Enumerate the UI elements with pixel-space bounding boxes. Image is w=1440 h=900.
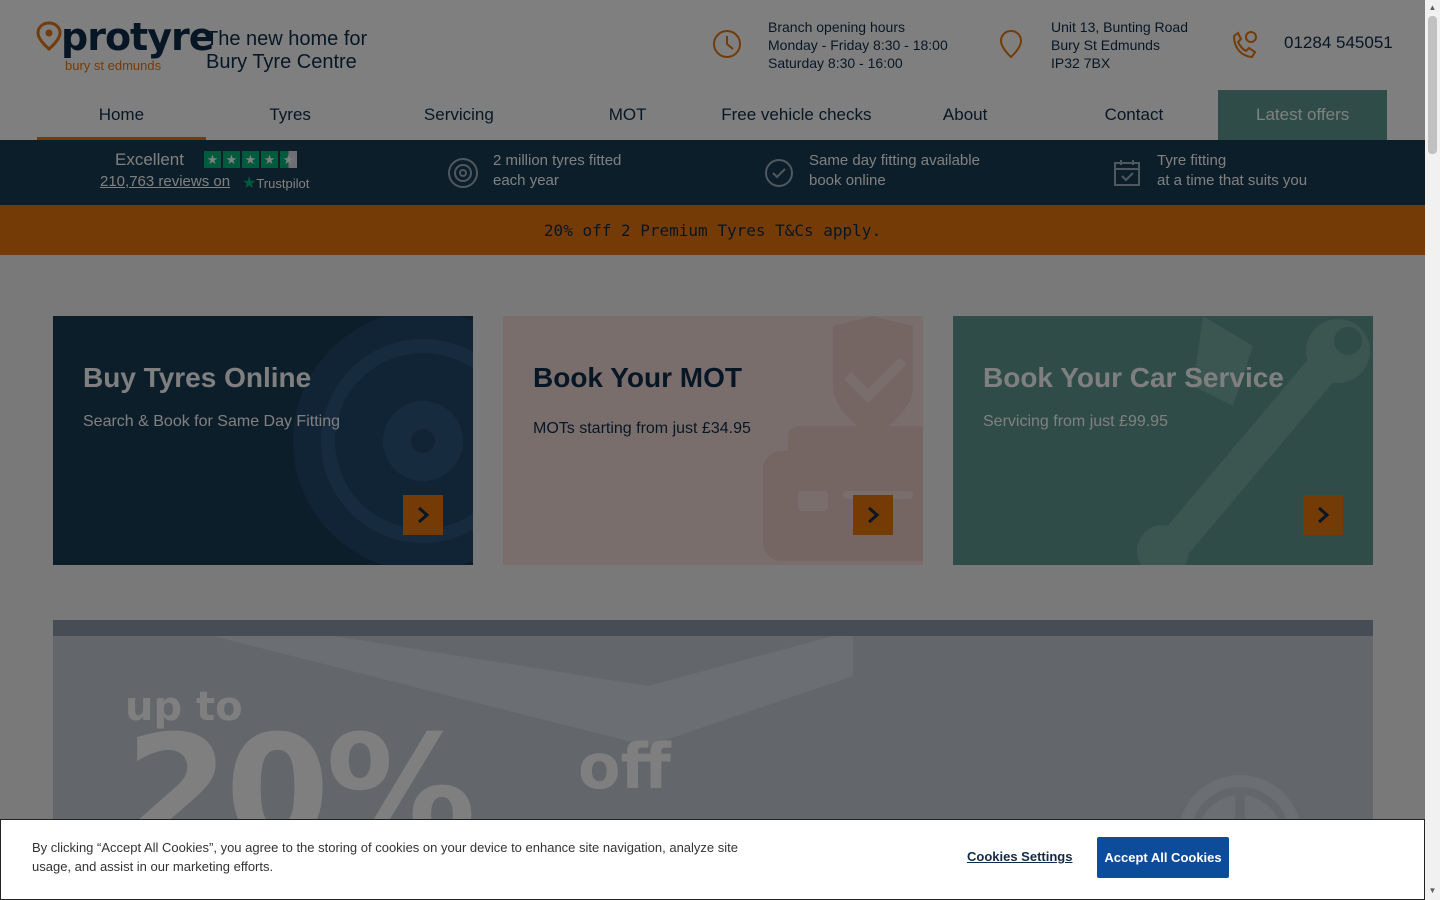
cookies-settings-button[interactable]: Cookies Settings [967,849,1072,864]
vertical-scrollbar[interactable]: ▲ ▼ [1425,0,1440,900]
cookie-banner: By clicking “Accept All Cookies”, you ag… [0,819,1425,900]
cookie-consent-text: By clicking “Accept All Cookies”, you ag… [32,840,738,874]
scroll-down-arrow-icon[interactable]: ▼ [1428,887,1437,895]
scroll-up-arrow-icon[interactable]: ▲ [1428,4,1437,12]
scrollbar-thumb[interactable] [1428,16,1437,154]
modal-dim-overlay [0,0,1425,900]
page: protyre bury st edmunds The new home for… [0,0,1425,900]
accept-all-cookies-button[interactable]: Accept All Cookies [1097,837,1229,878]
